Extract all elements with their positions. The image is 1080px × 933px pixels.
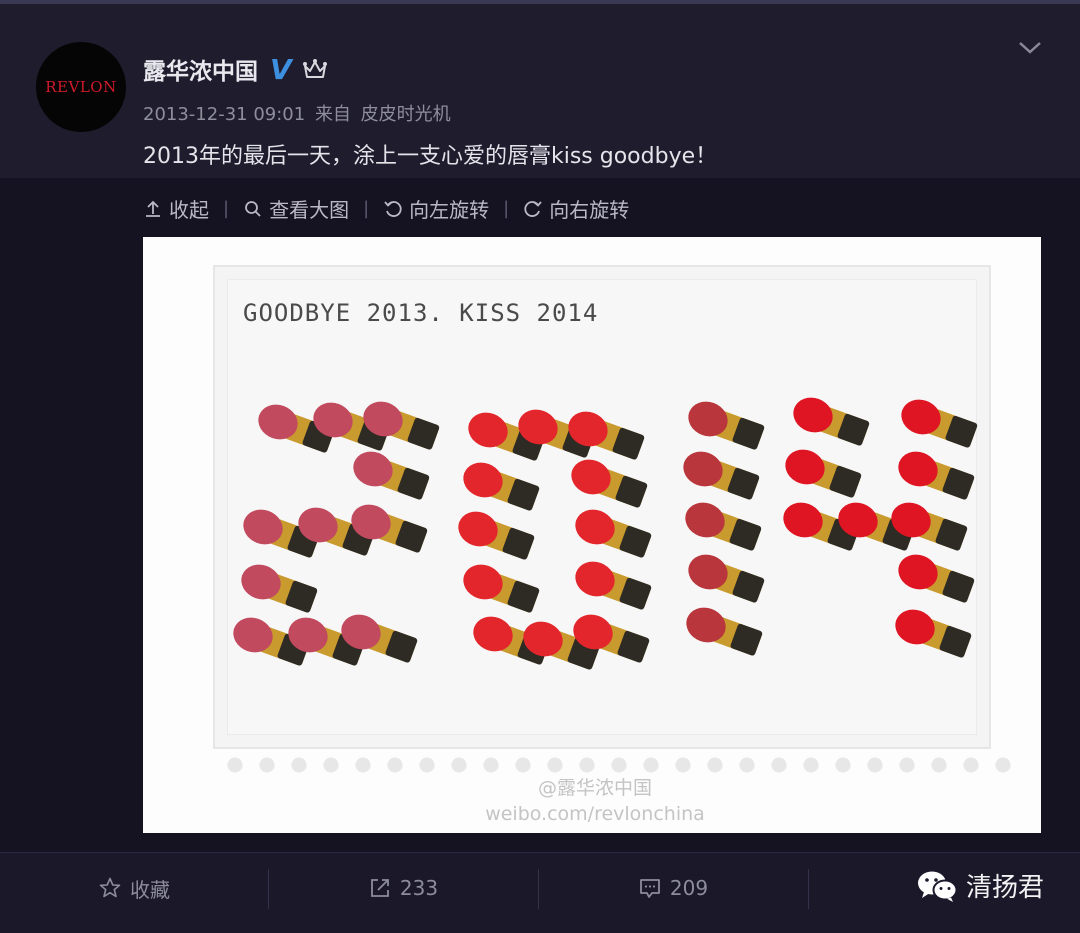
toolbar-separator: | (503, 198, 510, 219)
lipstick-2014-artwork (233, 397, 978, 670)
collapse-button[interactable]: 收起 (143, 194, 209, 223)
lipstick (901, 399, 978, 448)
search-icon (245, 200, 261, 217)
rotate-right-button[interactable]: 向右旋转 (523, 194, 629, 223)
lipstick (685, 502, 762, 551)
name-row: 露华浓中国 V (143, 52, 328, 86)
repost-button[interactable]: 233 (269, 853, 537, 923)
post-image[interactable]: GOODBYE 2013. KISS 2014 @露华浓中国 weibo.com… (143, 237, 1041, 833)
image-watermark: @露华浓中国 weibo.com/revlonchina (455, 775, 735, 827)
comment-icon (640, 879, 660, 898)
repost-icon (371, 879, 389, 897)
verified-icon: V (270, 52, 292, 86)
lipstick (575, 561, 652, 610)
view-large-button[interactable]: 查看大图 (243, 194, 349, 223)
post-header: REVLON 露华浓中国 V 2013-12-31 09:01 来自 皮皮时光机… (0, 4, 1080, 178)
lipstick (895, 609, 972, 658)
lipstick (575, 509, 652, 558)
rotate-left-icon (384, 200, 402, 217)
chevron-down-icon[interactable] (1018, 40, 1042, 56)
watermark-url: weibo.com/revlonchina (485, 803, 705, 825)
source-prefix: 来自 (314, 104, 351, 125)
rotate-left-label: 向左旋转 (409, 198, 490, 222)
wechat-badge: 清扬君 (916, 867, 1044, 904)
favorite-label: 收藏 (130, 877, 170, 902)
star-icon (99, 877, 121, 898)
post-timestamp[interactable]: 2013-12-31 09:01 (143, 104, 305, 125)
rotate-right-label: 向右旋转 (549, 198, 630, 222)
collapse-label: 收起 (169, 198, 209, 222)
lipstick (353, 451, 430, 500)
lipstick (785, 449, 862, 498)
avatar-logo: REVLON (45, 78, 117, 96)
lipstick (568, 411, 645, 460)
lipstick (458, 511, 535, 560)
lipstick (683, 451, 760, 500)
lipstick (688, 554, 765, 603)
rotate-right-icon (524, 200, 542, 217)
rotate-left-button[interactable]: 向左旋转 (383, 194, 489, 223)
toolbar-separator: | (363, 198, 370, 219)
lipstick (463, 564, 540, 613)
post-source[interactable]: 皮皮时光机 (361, 104, 451, 125)
user-name[interactable]: 露华浓中国 (143, 52, 258, 86)
lipstick (463, 462, 540, 511)
lipstick (898, 554, 975, 603)
action-bar: 收藏 233 209 清扬君 (0, 852, 1080, 933)
post-text: 2013年的最后一天，涂上一支心爱的唇膏kiss goodbye！ (143, 144, 718, 169)
lipstick (241, 564, 318, 613)
toolbar-separator: | (223, 198, 230, 219)
wechat-account-name: 清扬君 (965, 873, 1044, 903)
collapse-icon (146, 200, 160, 217)
crown-icon (302, 59, 327, 78)
action-divider (808, 869, 809, 909)
repost-count: 233 (399, 876, 439, 900)
post-meta: 2013-12-31 09:01 来自 皮皮时光机 (143, 100, 455, 126)
watermark-handle: @露华浓中国 (537, 777, 652, 799)
lipstick (793, 397, 870, 446)
lipstick (686, 607, 763, 656)
comment-button[interactable]: 209 (539, 853, 807, 923)
comment-count: 209 (669, 876, 709, 900)
favorite-button[interactable]: 收藏 (0, 853, 268, 923)
lipstick (688, 401, 765, 450)
wechat-icon (917, 871, 958, 902)
avatar[interactable]: REVLON (36, 42, 126, 132)
lipstick (571, 459, 648, 508)
image-toolbar: 收起 | 查看大图 | 向左旋转 | 向右旋转 (143, 194, 629, 223)
view-large-label: 查看大图 (269, 198, 350, 222)
lipstick (898, 451, 975, 500)
